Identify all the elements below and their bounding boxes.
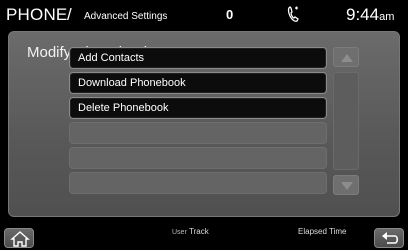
user-label: User (172, 229, 187, 236)
clock-time: 9:44 (346, 5, 380, 24)
scrollbar[interactable] (333, 47, 359, 195)
delete-phonebook-button[interactable]: Delete Phonebook (69, 97, 327, 119)
back-arrow-icon (382, 232, 399, 244)
clock: 9:44am (346, 5, 394, 25)
elapsed-time-label: Elapsed Time (298, 227, 347, 236)
status-indicator: 0 (226, 7, 234, 22)
download-phonebook-button[interactable]: Download Phonebook (69, 72, 327, 94)
clock-ampm: am (379, 11, 395, 23)
breadcrumb-subtitle: Advanced Settings (84, 11, 168, 22)
scroll-down-button[interactable] (333, 175, 359, 195)
empty-list-item (69, 122, 327, 144)
add-contacts-button[interactable]: Add Contacts (69, 47, 327, 69)
status-bar: PHONE / Advanced Settings 0 9:44am (0, 0, 408, 30)
chevron-down-icon (341, 182, 353, 190)
home-button[interactable] (4, 228, 34, 248)
bottom-bar: User Track Elapsed Time (0, 220, 408, 250)
chevron-up-icon (341, 54, 353, 62)
menu-item-label: Add Contacts (78, 52, 145, 64)
menu-item-label: Download Phonebook (78, 77, 186, 89)
app-title: PHONE (6, 5, 68, 24)
phone-icon (287, 6, 299, 22)
track-label: Track (189, 227, 209, 236)
title-separator: / (67, 5, 72, 24)
menu-item-label: Delete Phonebook (78, 102, 169, 114)
scroll-track[interactable] (333, 72, 359, 170)
home-icon (10, 231, 30, 247)
empty-list-item (69, 147, 327, 169)
empty-list-item (69, 172, 327, 194)
back-button[interactable] (374, 228, 404, 248)
scroll-up-button[interactable] (333, 47, 359, 67)
